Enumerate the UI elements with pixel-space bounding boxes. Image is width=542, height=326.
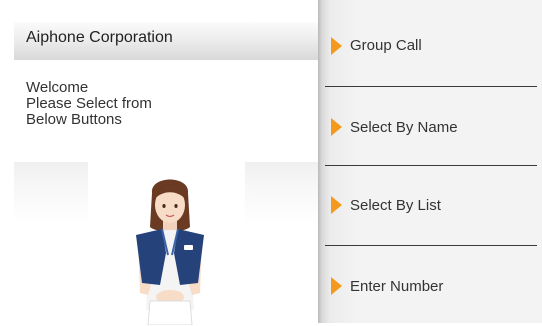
menu-item-enter-number[interactable]: Enter Number — [318, 246, 542, 326]
welcome-line: Below Buttons — [26, 111, 122, 128]
welcome-line: Please Select from — [26, 95, 152, 112]
menu-item-select-by-list[interactable]: Select By List — [318, 166, 542, 246]
menu-pane: Group Call Select By Name Select By List… — [318, 0, 542, 323]
menu-item-label: Enter Number — [350, 278, 444, 295]
welcome-message: Welcome Please Select from Below Buttons — [26, 80, 296, 128]
company-name: Aiphone Corporation — [26, 29, 173, 46]
welcome-line: Welcome — [26, 79, 89, 96]
menu-item-label: Select By Name — [350, 119, 458, 136]
welcome-pane: Aiphone Corporation Welcome Please Selec… — [0, 0, 318, 325]
menu-item-label: Group Call — [350, 37, 422, 54]
menu-item-group-call[interactable]: Group Call — [318, 6, 542, 86]
company-header-bar: Aiphone Corporation — [14, 22, 318, 60]
left-decor-panel — [14, 162, 88, 224]
right-decor-panel — [245, 162, 318, 224]
arrow-right-icon — [331, 196, 342, 214]
arrow-right-icon — [331, 118, 342, 136]
receptionist-illustration — [136, 179, 204, 325]
arrow-right-icon — [331, 37, 342, 55]
menu-item-select-by-name[interactable]: Select By Name — [318, 87, 542, 167]
arrow-right-icon — [331, 277, 342, 295]
menu-item-label: Select By List — [350, 197, 441, 214]
